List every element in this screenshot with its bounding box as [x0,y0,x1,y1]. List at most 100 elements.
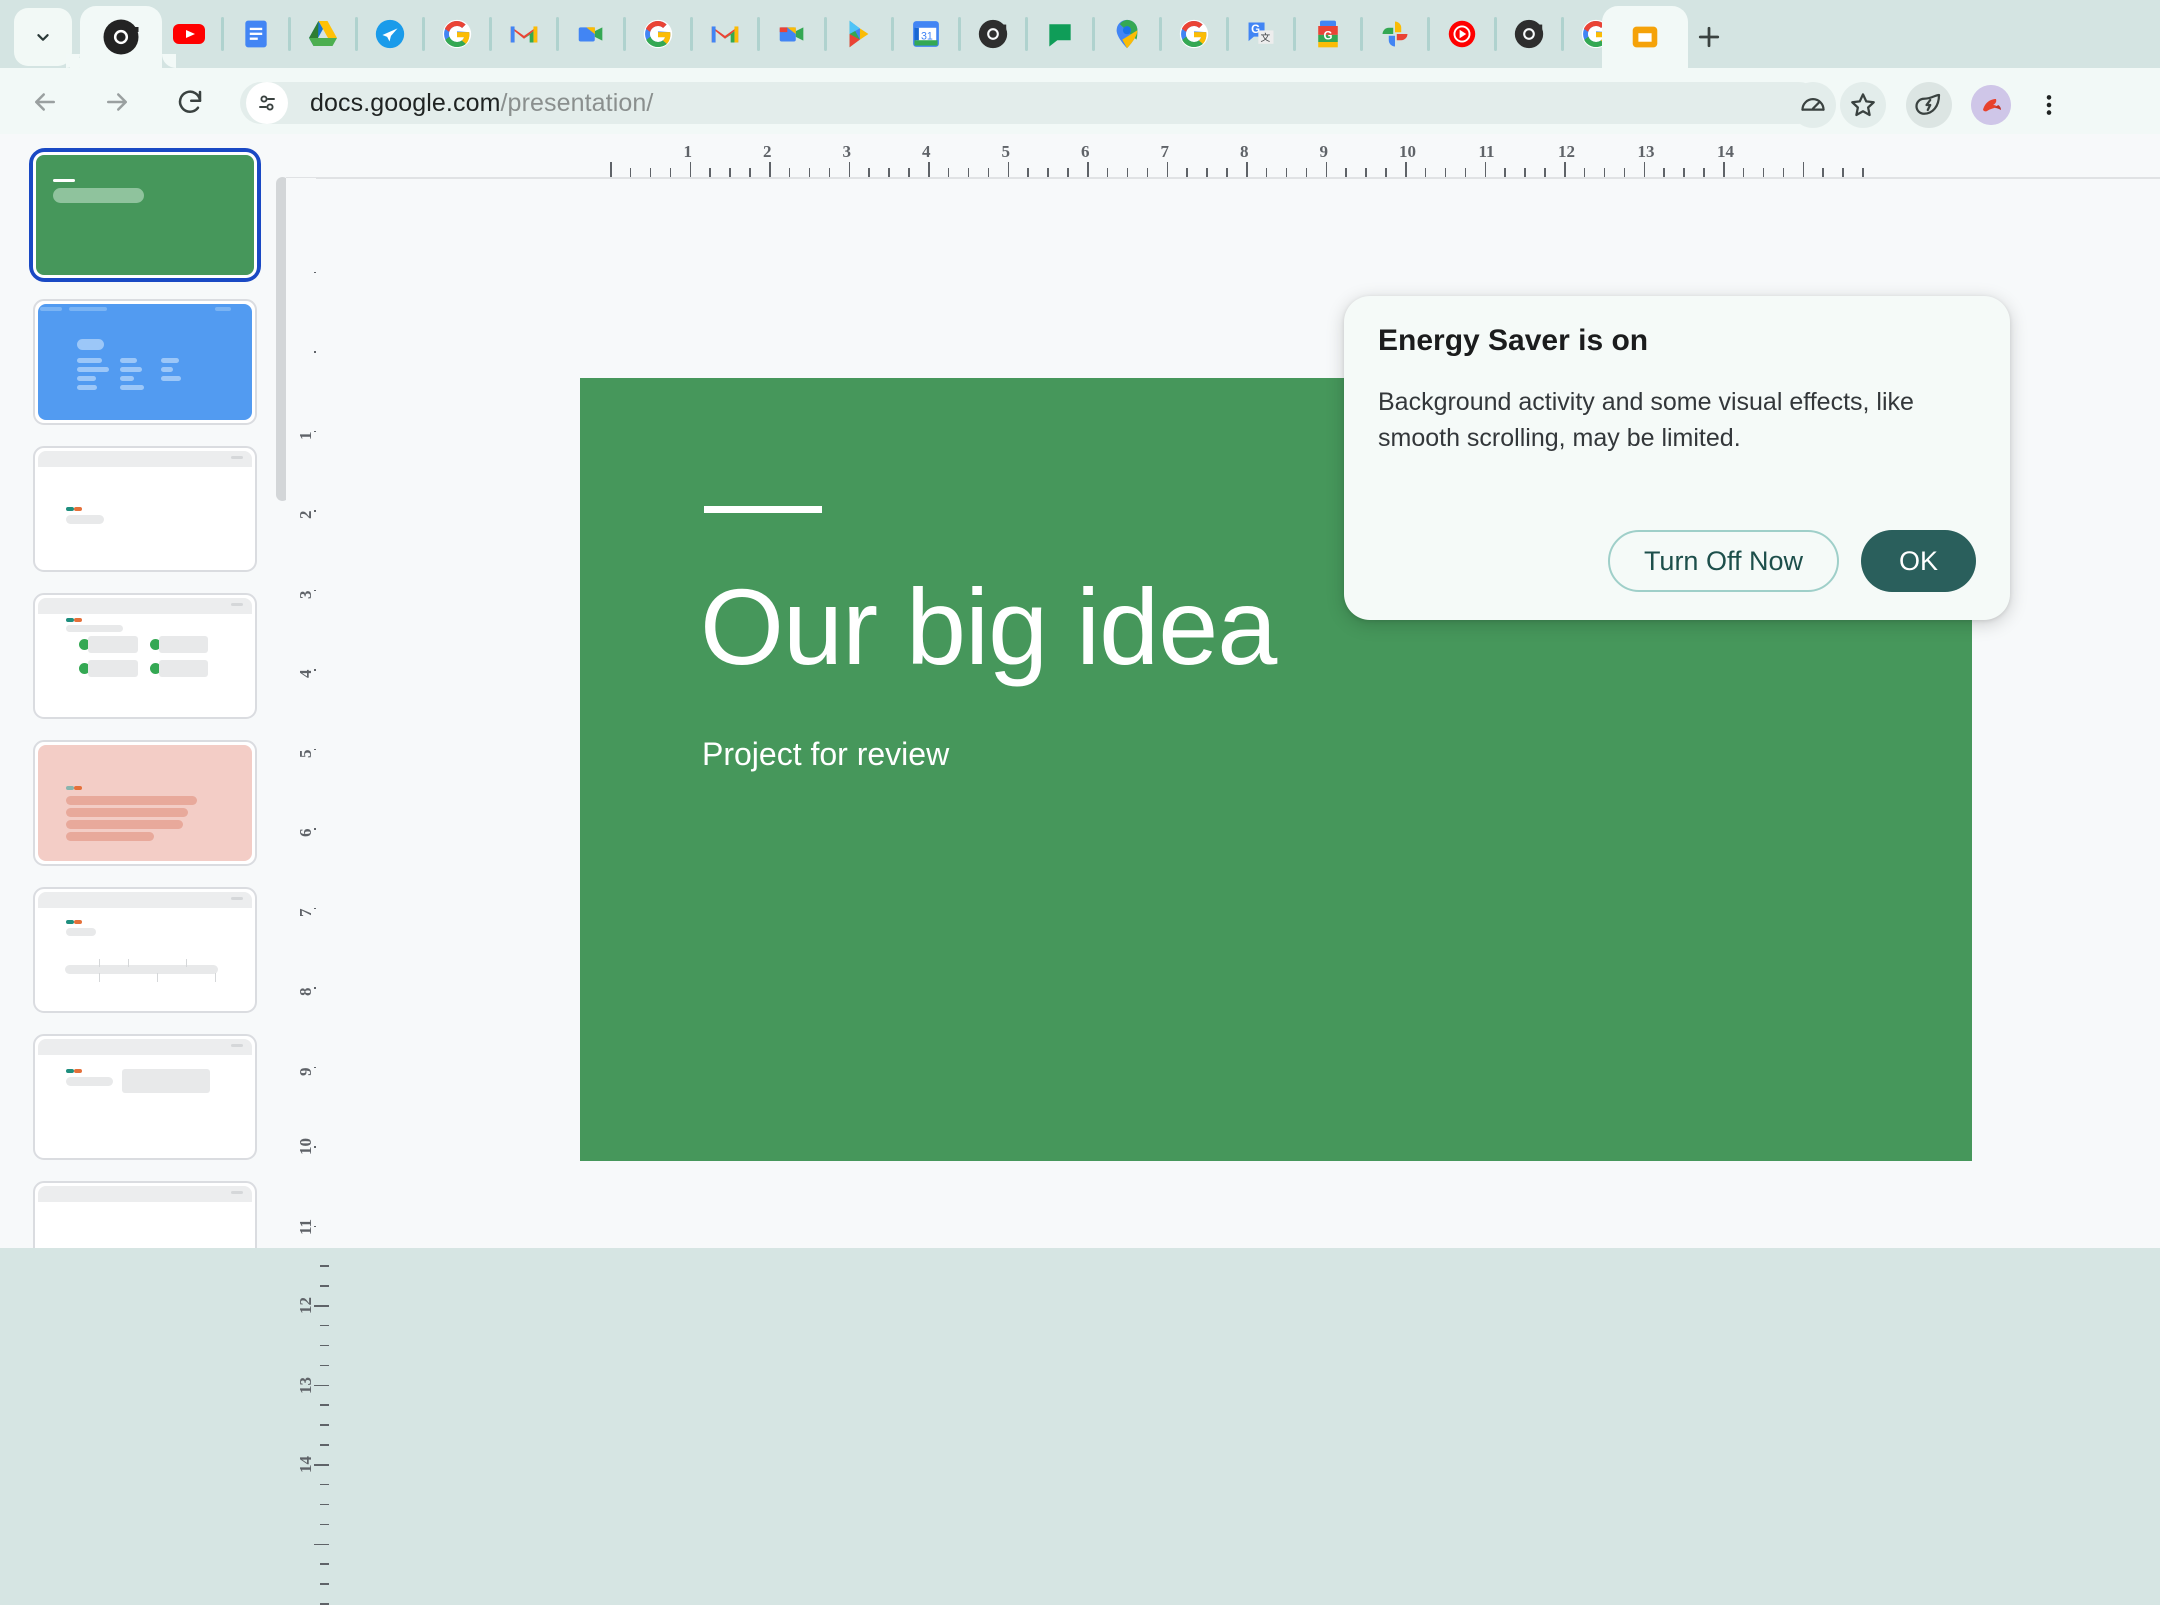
new-tab-button[interactable] [1690,18,1728,56]
divider [1226,17,1229,51]
forward-button[interactable] [97,82,137,122]
thumb-accent-rule [74,920,82,924]
slide-title[interactable]: Our big idea [700,570,1276,683]
bookmark-google-meet-1[interactable] [570,0,612,68]
bookmark-chrome-2[interactable] [1508,0,1550,68]
bookmark-youtube[interactable] [168,0,210,68]
slide-filmstrip[interactable] [0,134,286,1248]
ruler-tick [1425,168,1427,177]
bookmark-google-maps[interactable] [1106,0,1148,68]
pinned-tab-chrome[interactable] [80,6,162,68]
divider [355,17,358,51]
bookmark-google-earth[interactable] [369,0,411,68]
active-tab-google-slides[interactable] [1602,6,1688,68]
bookmark-chrome-1[interactable] [972,0,1014,68]
energy-saver-button[interactable] [1906,82,1952,128]
slide-thumbnail-2[interactable] [33,299,257,425]
thumb-bullet-box [159,660,208,677]
ruler-tick [690,162,692,177]
bookmark-google-search-1[interactable] [436,0,478,68]
divider [690,17,693,51]
slide-thumbnail-8[interactable] [33,1181,257,1248]
ruler-tick [1604,168,1606,177]
filmstrip-scrollbar[interactable] [276,177,286,501]
back-button[interactable] [25,82,65,122]
ruler-tick [320,1484,329,1486]
bookmark-google-search-2[interactable] [637,0,679,68]
thumb-header-band [38,892,252,908]
ruler-tick [849,162,851,177]
reload-button[interactable] [170,82,210,122]
bookmark-gmail[interactable] [503,0,545,68]
site-info-icon[interactable] [246,82,288,124]
bookmark-google-translate[interactable]: G 文 [1240,0,1282,68]
ruler-number: 12 [1558,142,1575,162]
bookmark-google-search-3[interactable] [1173,0,1215,68]
thumb-tick [186,959,187,967]
bookmark-google-meet-2[interactable] [771,0,813,68]
bookmark-google-shopping[interactable]: G [1307,0,1349,68]
thumb-bullet-box [88,636,138,653]
google-shopping-icon: G [1307,13,1349,55]
bookmark-button[interactable] [1840,82,1886,128]
ruler-number: 14 [296,1456,316,1473]
slide-thumbnail-5[interactable] [33,740,257,866]
slide-thumbnail-1[interactable] [33,152,257,278]
bookmark-google-photos[interactable] [1374,0,1416,68]
thumb-line [161,358,179,363]
google-chat-icon [1039,13,1081,55]
slide-thumbnail-4[interactable] [33,593,257,719]
slide-thumbnail-7[interactable] [33,1034,257,1160]
ruler-tick [1286,168,1288,177]
slide-thumbnail-3[interactable] [33,446,257,572]
ruler-tick [320,1504,329,1506]
bookmark-google-chat[interactable] [1039,0,1081,68]
google-photos-icon [1374,13,1416,55]
divider [1293,17,1296,51]
bookmark-google-drive[interactable] [302,0,344,68]
ruler-number: 5 [296,749,316,758]
ruler-tick [769,162,771,177]
thumb-chip [215,307,231,311]
ruler-tick [1465,168,1467,177]
turn-off-now-button[interactable]: Turn Off Now [1608,530,1839,592]
slide-subtitle[interactable]: Project for review [702,736,949,773]
bookmark-gmail-2[interactable] [704,0,746,68]
ruler-tick [968,168,970,177]
profile-button[interactable] [1968,82,2014,128]
thumb-accent-rule [74,1069,82,1073]
bookmark-youtube-music[interactable] [1441,0,1483,68]
dialog-title: Energy Saver is on [1378,324,1648,358]
google-earth-icon [369,13,411,55]
ruler-tick [729,168,731,177]
arrow-left-icon [30,87,60,117]
ok-button[interactable]: OK [1861,530,1976,592]
ruler-tick [1743,168,1745,177]
ruler-tick [1008,162,1010,177]
browser-toolbar: docs.google.com/presentation/ [0,68,2160,134]
web-content: 1234567891011121314 1234567891011121314 … [0,134,2160,1248]
chrome-menu-button[interactable] [2026,82,2072,128]
tab-search-button[interactable] [14,8,72,66]
ruler-tick [868,168,870,177]
bookmark-google-play[interactable] [838,0,880,68]
ruler-tick [1206,168,1208,177]
ruler-tick [948,168,950,177]
ruler-tick [1266,168,1268,177]
address-bar[interactable]: docs.google.com/presentation/ [240,82,1820,124]
performance-button[interactable] [1790,82,1836,128]
thumb-line [120,376,134,381]
slide-thumbnail-6[interactable] [33,887,257,1013]
dialog-body: Background activity and some visual effe… [1378,384,1956,457]
thumb-line [120,358,137,363]
divider [757,17,760,51]
ruler-tick [1663,168,1665,177]
bookmark-google-docs[interactable] [235,0,277,68]
thumb-line [66,796,197,805]
google-docs-icon [235,13,277,55]
ruler-tick [320,1524,329,1526]
google-translate-icon: G 文 [1240,13,1282,55]
google-search-icon [637,13,679,55]
bookmark-google-calendar[interactable]: 31 [905,0,947,68]
ruler-tick [1047,168,1049,177]
